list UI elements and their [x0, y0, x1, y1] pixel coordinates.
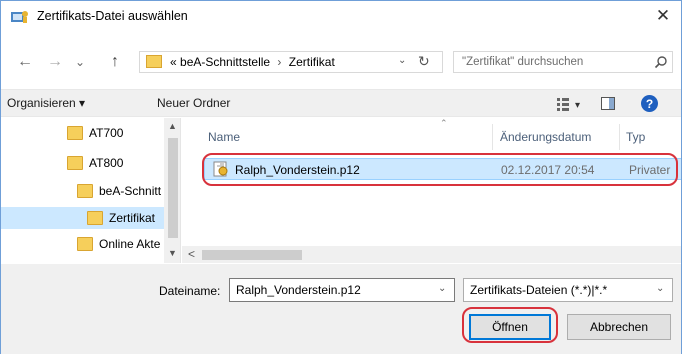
- tree-item-zertifikat[interactable]: Zertifikat: [1, 207, 164, 229]
- forward-button[interactable]: →: [45, 52, 65, 72]
- file-date: 02.12.2017 20:54: [501, 163, 595, 177]
- navigation-pane: AT700 AT800 beA-Schnitt Zertifikat Onlin…: [1, 118, 181, 263]
- organize-button[interactable]: Organisieren ▾: [7, 96, 85, 110]
- back-arrow-icon: ←: [17, 53, 33, 70]
- scroll-up-icon[interactable]: ▲: [168, 121, 177, 131]
- scrollbar-thumb[interactable]: [168, 138, 178, 238]
- search-icon: [654, 56, 667, 69]
- chevron-down-icon: ⌄: [74, 55, 86, 69]
- chevron-down-icon: ▾: [575, 100, 580, 111]
- tree-scrollbar[interactable]: ▲ ▼: [164, 118, 180, 263]
- breadcrumb-item-bea-schnittstelle[interactable]: beA-Schnittstelle: [180, 55, 270, 69]
- navigation-bar: ← → ⌄ ↑ « beA-Schnittstelle › Zertifikat…: [1, 47, 681, 77]
- filetype-value: Zertifikats-Dateien (*.*)|*.*: [470, 283, 608, 297]
- scrollbar-thumb[interactable]: [202, 250, 302, 260]
- filetype-select[interactable]: Zertifikats-Dateien (*.*)|*.* ⌄: [463, 278, 673, 302]
- scroll-down-icon[interactable]: ▼: [168, 248, 177, 258]
- title-bar: Zertifikats-Datei auswählen ✕: [1, 1, 681, 33]
- back-button[interactable]: ←: [15, 52, 35, 72]
- chevron-down-icon[interactable]: ⌄: [438, 283, 446, 294]
- view-options-icon[interactable]: ▾: [557, 97, 585, 111]
- app-icon: [11, 11, 28, 23]
- sort-ascending-icon: ⌃: [440, 118, 448, 128]
- breadcrumb-separator-icon[interactable]: ›: [273, 55, 285, 69]
- refresh-icon[interactable]: ↻: [418, 53, 430, 70]
- chevron-down-icon[interactable]: ⌄: [656, 283, 664, 294]
- tree-item-online-akte[interactable]: Online Akte: [77, 233, 163, 255]
- close-icon: ✕: [655, 6, 671, 25]
- search-input[interactable]: "Zertifikat" durchsuchen: [453, 51, 673, 73]
- breadcrumb-item-zertifikat[interactable]: Zertifikat: [289, 55, 335, 69]
- forward-arrow-icon: →: [47, 53, 63, 70]
- cancel-button[interactable]: Abbrechen: [567, 314, 671, 340]
- breadcrumb: « beA-Schnittstelle › Zertifikat: [170, 55, 335, 69]
- tree-item-label: Online Akte: [99, 237, 161, 251]
- folder-icon: [77, 184, 93, 198]
- scroll-left-icon[interactable]: <: [188, 247, 195, 261]
- close-button[interactable]: ✕: [645, 1, 681, 31]
- breadcrumb-overflow[interactable]: «: [170, 55, 177, 69]
- tree-item-label: AT700: [89, 126, 124, 140]
- window-title: Zertifikats-Datei auswählen: [37, 9, 188, 23]
- tree-item-label: AT800: [89, 156, 124, 170]
- tree-item-label: beA-Schnitt: [99, 184, 162, 198]
- search-placeholder: "Zertifikat" durchsuchen: [462, 56, 584, 68]
- tree-item-bea-schnittstelle[interactable]: beA-Schnitt: [77, 180, 163, 202]
- filename-input[interactable]: Ralph_Vonderstein.p12 ⌄: [229, 278, 455, 302]
- tree-item-at800[interactable]: AT800: [67, 152, 163, 174]
- file-type: Privater: [629, 163, 671, 177]
- help-icon[interactable]: ?: [641, 95, 658, 112]
- file-name: Ralph_Vonderstein.p12: [235, 163, 360, 177]
- open-button-label: Öffnen: [492, 320, 528, 334]
- folder-icon: [77, 237, 93, 251]
- tree-item-at700[interactable]: AT700: [67, 122, 163, 144]
- column-header-name[interactable]: Name: [208, 130, 240, 144]
- folder-icon: [67, 156, 83, 170]
- folder-icon: [67, 126, 83, 140]
- file-list: ⌃ Name Änderungsdatum Typ Ralph_Vonderst…: [182, 118, 681, 263]
- column-header-date[interactable]: Änderungsdatum: [500, 130, 591, 144]
- column-divider[interactable]: [619, 124, 620, 150]
- horizontal-scrollbar[interactable]: <: [182, 246, 681, 263]
- new-folder-button[interactable]: Neuer Ordner: [157, 96, 230, 110]
- column-header-type[interactable]: Typ: [626, 130, 645, 144]
- tree-item-label: Zertifikat: [109, 211, 156, 225]
- address-bar[interactable]: « beA-Schnittstelle › Zertifikat ⌄ ↻: [139, 51, 443, 73]
- up-button[interactable]: ↑: [105, 52, 125, 72]
- command-bar: Organisieren ▾ Neuer Ordner ▾ ?: [1, 89, 681, 117]
- preview-pane-icon[interactable]: [601, 97, 615, 110]
- column-divider[interactable]: [492, 124, 493, 150]
- open-button[interactable]: Öffnen: [469, 314, 551, 340]
- folder-icon: [87, 211, 103, 225]
- recent-locations-button[interactable]: ⌄: [73, 52, 87, 72]
- certificate-file-icon: [213, 161, 228, 177]
- up-arrow-icon: ↑: [111, 53, 119, 70]
- folder-icon: [146, 55, 162, 68]
- address-dropdown-icon[interactable]: ⌄: [398, 55, 406, 66]
- filename-value: Ralph_Vonderstein.p12: [236, 283, 361, 297]
- cancel-button-label: Abbrechen: [589, 320, 649, 334]
- file-open-dialog: Zertifikats-Datei auswählen ✕ ← → ⌄ ↑ « …: [0, 0, 682, 354]
- filename-label: Dateiname:: [159, 284, 221, 298]
- dialog-footer: Dateiname: Ralph_Vonderstein.p12 ⌄ Zerti…: [1, 264, 681, 354]
- file-row[interactable]: Ralph_Vonderstein.p12 02.12.2017 20:54 P…: [204, 158, 681, 180]
